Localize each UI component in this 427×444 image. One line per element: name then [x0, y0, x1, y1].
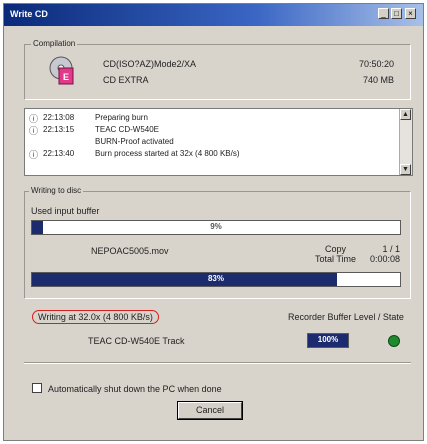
recorder-buffer-percent: 100%	[317, 335, 339, 344]
svg-text:E: E	[63, 72, 69, 82]
total-time-label: Total Time	[315, 254, 357, 264]
divider	[24, 362, 411, 364]
write-speed-label: Writing at 32.0x (4 800 KB/s)	[38, 312, 153, 322]
maximize-button[interactable]: □	[391, 8, 402, 19]
cancel-button[interactable]: Cancel	[177, 401, 243, 420]
log-row: BURN-Proof activated	[25, 136, 395, 148]
recorder-state-led-icon	[388, 335, 400, 347]
log-time: 22:13:08	[43, 113, 75, 122]
log-time: 22:13:15	[43, 125, 75, 134]
compilation-duration: 70:50:20	[358, 59, 394, 69]
log-message: BURN-Proof activated	[95, 137, 174, 146]
window-title: Write CD	[10, 9, 48, 19]
write-cd-window: Write CD _ □ × Compilation E CD(ISO?AZ)M…	[3, 3, 424, 441]
write-progress-bar: 83%	[31, 272, 401, 287]
buffer-label: Used input buffer	[31, 206, 100, 216]
log-list[interactable]: ⓘ 22:13:08 Preparing burn ⓘ 22:13:15 TEA…	[24, 108, 413, 176]
log-time: 22:13:40	[43, 149, 75, 158]
title-bar[interactable]: Write CD _ □ ×	[4, 4, 423, 26]
log-row: ⓘ 22:13:08 Preparing burn	[25, 112, 395, 124]
compilation-type: CD(ISO?AZ)Mode2/XA	[103, 59, 197, 69]
scroll-down-arrow-icon[interactable]: ▼	[400, 164, 411, 175]
device-track-label: TEAC CD-W540E Track	[88, 336, 185, 346]
compilation-format: CD EXTRA	[103, 75, 149, 85]
disc-compilation-icon: E	[49, 56, 74, 85]
close-button[interactable]: ×	[405, 8, 416, 19]
writing-group-label: Writing to disc	[29, 186, 84, 195]
minimize-button[interactable]: _	[378, 8, 389, 19]
compilation-size: 740 MB	[362, 75, 394, 85]
log-message: TEAC CD-W540E	[95, 125, 160, 134]
log-row: ⓘ 22:13:40 Burn process started at 32x (…	[25, 148, 395, 160]
shutdown-label: Automatically shut down the PC when done	[48, 384, 222, 394]
input-buffer-percent: 9%	[210, 222, 222, 231]
info-icon: ⓘ	[29, 150, 39, 160]
log-message: Burn process started at 32x (4 800 KB/s)	[95, 149, 240, 158]
copy-label: Copy	[325, 244, 347, 254]
writing-group: Writing to disc Used input buffer 9% NEP…	[24, 186, 411, 299]
compilation-group: Compilation E CD(ISO?AZ)Mode2/XA 70:50:2…	[24, 39, 411, 100]
log-scrollbar[interactable]: ▲ ▼	[399, 109, 412, 175]
write-speed-highlight: Writing at 32.0x (4 800 KB/s)	[32, 310, 159, 324]
input-buffer-bar: 9%	[31, 220, 401, 235]
recorder-buffer-bar: 100%	[307, 333, 349, 348]
log-message: Preparing burn	[95, 113, 148, 122]
copy-value: 1 / 1	[382, 244, 400, 254]
total-time-value: 0:00:08	[369, 254, 400, 264]
recorder-buffer-label: Recorder Buffer Level / State	[288, 312, 404, 322]
current-file-name: NEPOAC5005.mov	[91, 246, 169, 256]
write-progress-percent: 83%	[207, 274, 224, 283]
compilation-group-label: Compilation	[31, 39, 78, 48]
scroll-up-arrow-icon[interactable]: ▲	[400, 109, 411, 120]
log-row: ⓘ 22:13:15 TEAC CD-W540E	[25, 124, 395, 136]
shutdown-checkbox[interactable]	[32, 383, 42, 393]
